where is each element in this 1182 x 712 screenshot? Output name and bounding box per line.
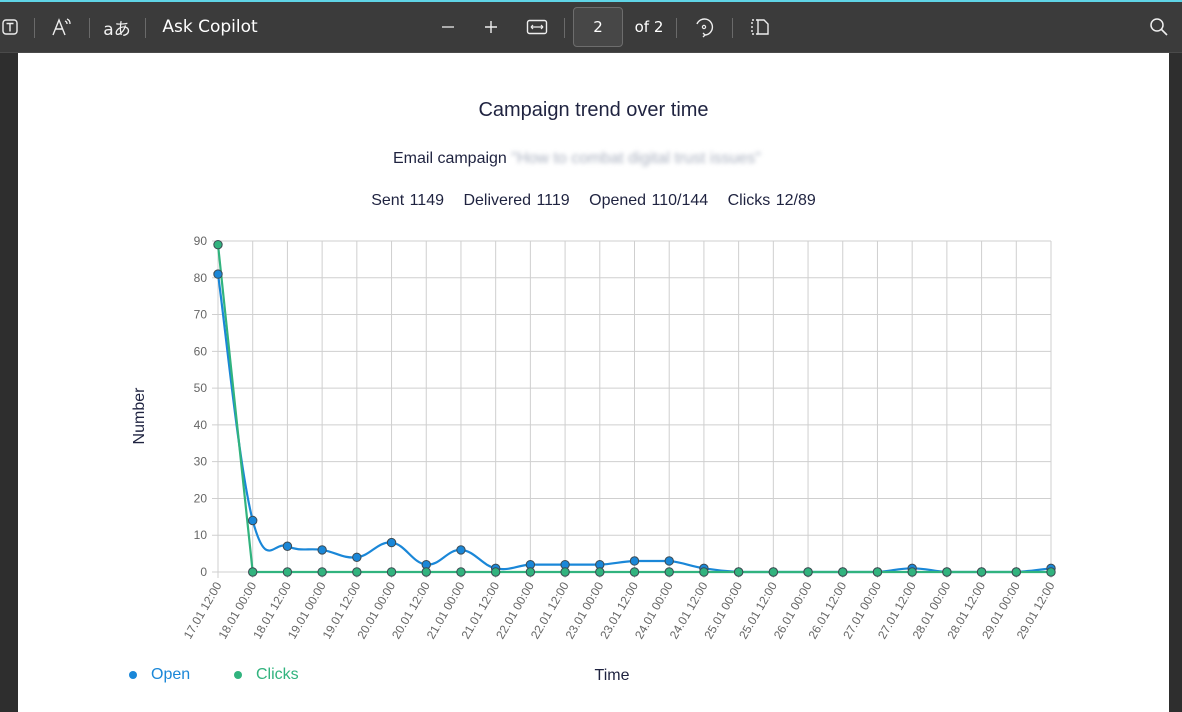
- rotate-icon: [696, 18, 714, 38]
- clicks-data-point: [664, 567, 674, 577]
- clicks-data-point: [421, 567, 431, 577]
- clicks-data-point: [490, 567, 501, 577]
- legend-clicks-marker: [234, 671, 242, 679]
- chart-grid: [212, 240, 1052, 578]
- clicks-data-point: [1046, 567, 1056, 577]
- open-data-point: [352, 552, 362, 562]
- clicks-data-point: [352, 567, 362, 577]
- page-count-label: of 2: [634, 18, 664, 36]
- legend-open-label: Open: [151, 666, 191, 683]
- clicks-data-point: [213, 239, 223, 250]
- y-tick-label: 10: [194, 528, 208, 542]
- open-data-point: [282, 541, 293, 551]
- clicks-data-point: [1011, 567, 1021, 577]
- translate-button[interactable]: aあ: [103, 2, 131, 52]
- clicks-data-point: [803, 567, 813, 577]
- zoom-out-button[interactable]: [436, 2, 460, 52]
- x-axis-label: Time: [595, 667, 630, 684]
- clicks-data-point: [386, 567, 397, 577]
- clicks-data-point: [456, 567, 466, 577]
- page-view-icon: [751, 19, 769, 35]
- y-tick-label: 60: [194, 344, 208, 358]
- clicks-data-point: [942, 567, 952, 577]
- ask-copilot-button[interactable]: Ask Copilot: [162, 2, 258, 52]
- page-number-value: 2: [593, 18, 603, 36]
- y-tick-label: 40: [194, 418, 208, 432]
- clicks-data-point: [248, 567, 258, 577]
- clicks-data-point: [525, 567, 536, 577]
- read-aloud-button[interactable]: [48, 2, 76, 52]
- legend-open-marker: [129, 671, 137, 679]
- trend-chart: 0 10 20 30 40 50 60 70 80 90 17.01 12:0018.01 00:…: [131, 234, 1058, 684]
- clicks-data-point: [699, 567, 709, 577]
- y-tick-label: 80: [194, 271, 208, 285]
- y-tick-label: 70: [194, 308, 208, 322]
- open-data-point: [629, 556, 640, 566]
- y-tick-label: 20: [194, 491, 208, 505]
- page-count: of 2: [632, 2, 666, 52]
- y-tick-label: 50: [194, 381, 208, 395]
- zoom-out-icon: [442, 26, 454, 28]
- clicks-data-point: [629, 567, 640, 577]
- fit-width-button[interactable]: [524, 2, 550, 52]
- y-axis-label: Number: [131, 387, 148, 445]
- legend-item-clicks[interactable]: Clicks: [234, 666, 299, 684]
- viewer-margin-left: [0, 53, 18, 712]
- open-data-point: [456, 545, 466, 555]
- zoom-in-icon: [485, 21, 497, 33]
- clicks-data-point: [317, 567, 327, 577]
- y-tick-label: 90: [194, 234, 208, 248]
- open-data-point: [213, 269, 223, 279]
- y-axis-ticks: 0 10 20 30 40 50 60 70 80 90: [194, 234, 208, 579]
- clicks-data-point: [560, 567, 570, 577]
- ask-copilot-label: Ask Copilot: [162, 17, 258, 37]
- clicks-data-point: [976, 567, 987, 577]
- open-data-point: [386, 537, 397, 548]
- page-number-input[interactable]: 2: [573, 7, 623, 47]
- clicks-data-point: [768, 567, 779, 577]
- clicks-data-point: [872, 567, 883, 577]
- x-axis-ticks: 17.01 12:0018.01 00:0018.01 12:0019.01 0…: [181, 579, 1058, 641]
- y-tick-label: 0: [200, 565, 207, 579]
- clicks-data-point: [838, 567, 848, 577]
- search-icon: [1150, 18, 1168, 36]
- y-tick-label: 30: [194, 455, 208, 469]
- open-data-point: [664, 556, 674, 566]
- clicks-data-point: [595, 567, 605, 577]
- search-button[interactable]: [1146, 2, 1172, 52]
- clicks-data-point: [907, 567, 917, 577]
- translate-icon: aあ: [103, 19, 131, 40]
- page-view-button[interactable]: [746, 2, 774, 52]
- open-data-point: [248, 515, 258, 526]
- read-aloud-icon: [52, 18, 71, 36]
- clicks-data-point: [282, 567, 293, 577]
- pdf-page: Campaign trend over time Email campaign …: [18, 53, 1169, 712]
- viewer-scrollbar-track[interactable]: [1169, 53, 1182, 712]
- legend-item-open[interactable]: Open: [129, 666, 190, 684]
- text-select-button[interactable]: [0, 2, 22, 52]
- fit-width-icon: [526, 19, 548, 35]
- text-select-icon: [2, 19, 18, 35]
- clicks-data-point: [733, 567, 744, 577]
- legend-clicks-label: Clicks: [256, 666, 299, 683]
- zoom-in-button[interactable]: [479, 2, 503, 52]
- open-data-point: [317, 545, 327, 555]
- rotate-button[interactable]: [690, 2, 718, 52]
- pdf-toolbar: aあ Ask Copilot 2 of 2: [0, 2, 1182, 53]
